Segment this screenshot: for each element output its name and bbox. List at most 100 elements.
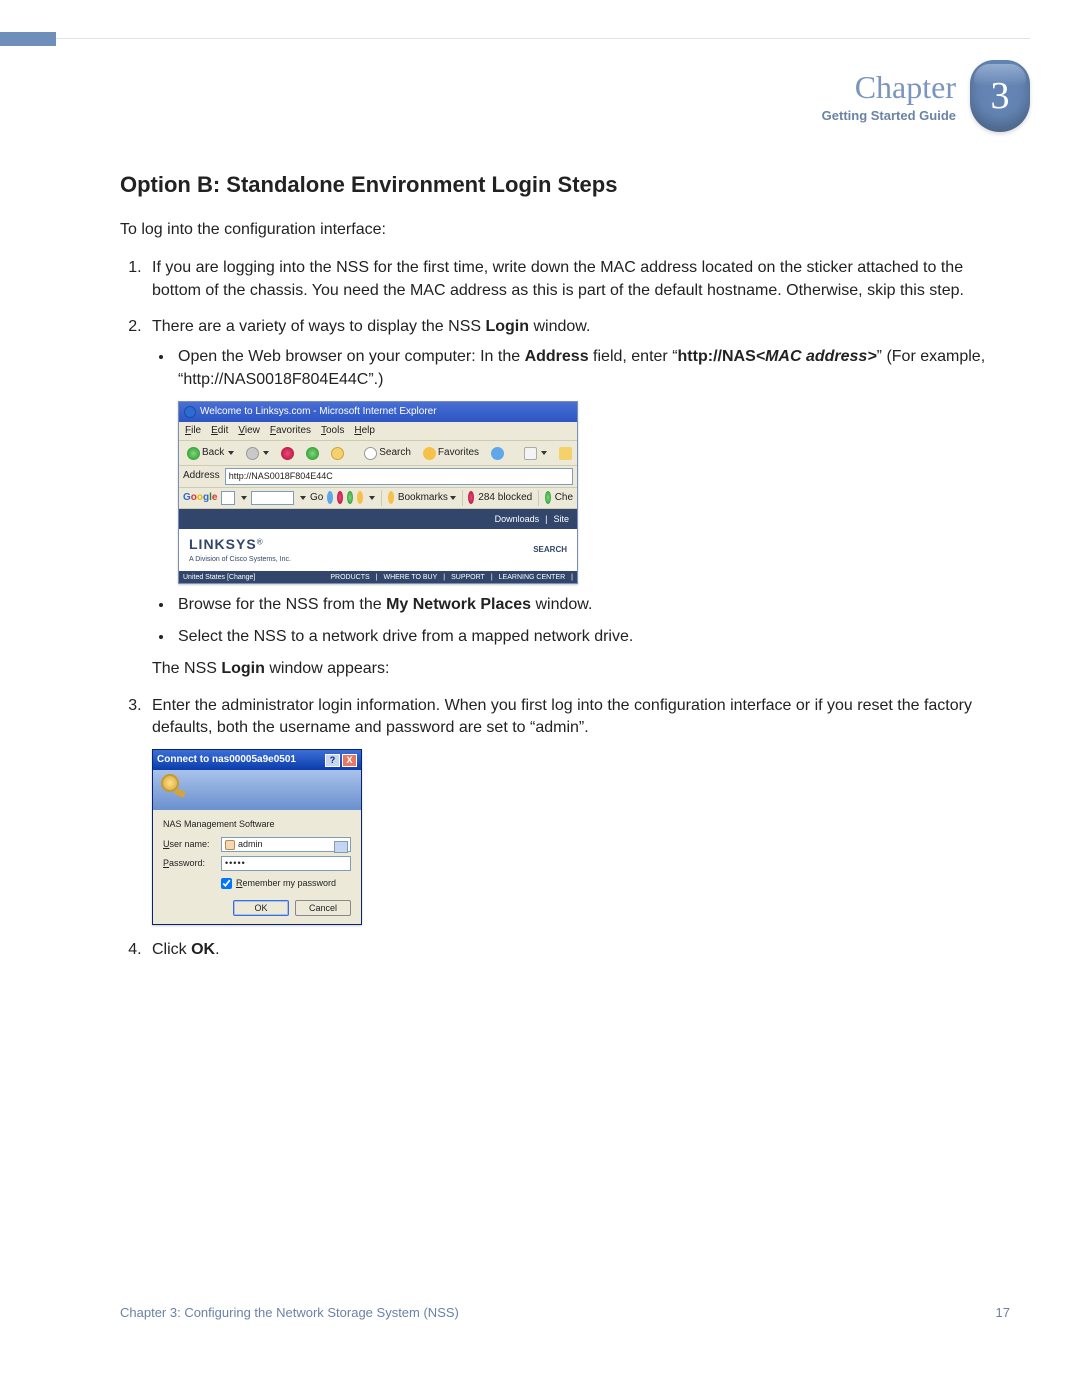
chapter-header: Chapter Getting Started Guide 3 [690, 60, 1030, 132]
password-label: Password: [163, 857, 215, 870]
step-4: Click OK. [146, 939, 1010, 961]
menu-tools[interactable]: Tools [321, 424, 344, 438]
cancel-button[interactable]: Cancel [295, 900, 351, 917]
site-brand-row: LINKSYS® A Division of Cisco Systems, In… [179, 529, 577, 564]
settings-icon [347, 491, 353, 504]
address-input[interactable]: http://NAS0018F804E44C [225, 468, 573, 485]
nav-learning[interactable]: LEARNING CENTER [499, 573, 566, 583]
step-3: Enter the administrator login informatio… [146, 695, 1010, 926]
chapter-label: Chapter [855, 69, 956, 106]
check-button[interactable]: Che [555, 491, 573, 505]
menu-help[interactable]: Help [354, 424, 375, 438]
back-button[interactable]: Back [183, 444, 238, 462]
locale-link[interactable]: United States [Change] [183, 573, 255, 583]
keys-icon [161, 774, 189, 802]
page-number: 17 [996, 1305, 1010, 1320]
chapter-number-badge: 3 [970, 60, 1030, 132]
remember-checkbox-row[interactable]: Remember my password [221, 877, 351, 890]
browser-title: Welcome to Linksys.com - Microsoft Inter… [200, 405, 437, 419]
dialog-close-button[interactable]: X [342, 754, 357, 767]
remember-checkbox[interactable] [221, 878, 232, 889]
history-icon [491, 447, 504, 460]
mail-button[interactable] [520, 445, 551, 462]
step-2b: Browse for the NSS from the My Network P… [174, 594, 1010, 616]
section-heading: Option B: Standalone Environment Login S… [120, 170, 1010, 201]
page-content: Option B: Standalone Environment Login S… [120, 170, 1010, 976]
steps-list: If you are logging into the NSS for the … [120, 257, 1010, 961]
search-button[interactable]: Search [360, 444, 415, 462]
address-bar: Address http://NAS0018F804E44C [179, 466, 577, 488]
footer-chapter: Chapter 3: Configuring the Network Stora… [120, 1305, 459, 1320]
page-footer: Chapter 3: Configuring the Network Stora… [120, 1305, 1010, 1320]
address-label: Address [183, 469, 220, 483]
linksys-tagline: A Division of Cisco Systems, Inc. [189, 555, 291, 565]
search-icon [364, 447, 377, 460]
browser-toolbar: Back Search Favorites [179, 441, 577, 466]
remember-label: Remember my password [236, 877, 336, 890]
menu-edit[interactable]: Edit [211, 424, 228, 438]
site-nav: United States [Change] PRODUCTS| WHERE T… [179, 571, 577, 583]
browser-menubar: File Edit View Favorites Tools Help [179, 422, 577, 441]
step-2c: Select the NSS to a network drive from a… [174, 626, 1010, 648]
bookmarks-button[interactable]: Bookmarks [398, 491, 456, 505]
bookmark-star-icon [388, 491, 394, 504]
dialog-title: Connect to nas00005a9e0501 [157, 753, 296, 767]
home-icon [331, 447, 344, 460]
home-button[interactable] [327, 445, 348, 462]
nav-products[interactable]: PRODUCTS [330, 573, 369, 583]
step-2a: Open the Web browser on your computer: I… [174, 346, 1010, 583]
dialog-banner [153, 770, 361, 810]
ok-button[interactable]: OK [233, 900, 289, 917]
forward-button[interactable] [242, 445, 273, 462]
refresh-button[interactable] [302, 445, 323, 462]
back-icon [187, 447, 200, 460]
menu-view[interactable]: View [238, 424, 260, 438]
username-label: User name: [163, 838, 215, 851]
google-go-button[interactable]: Go [310, 491, 323, 505]
star-icon [423, 447, 436, 460]
popup-blocked-icon [468, 491, 474, 504]
user-icon [225, 840, 235, 850]
step-1: If you are logging into the NSS for the … [146, 257, 1010, 302]
password-input[interactable]: ••••• [221, 856, 351, 871]
mail-icon [524, 447, 537, 460]
picasa-icon [357, 491, 363, 504]
google-toolbar: Google Go [179, 488, 577, 509]
downloads-link[interactable]: Downloads [495, 513, 540, 526]
menu-favorites[interactable]: Favorites [270, 424, 311, 438]
favorites-button[interactable]: Favorites [419, 444, 483, 462]
dialog-subtitle: NAS Management Software [163, 818, 351, 831]
ie-icon [184, 406, 196, 418]
browser-titlebar: Welcome to Linksys.com - Microsoft Inter… [179, 402, 577, 422]
stop-button[interactable] [277, 445, 298, 462]
stop-icon [281, 447, 294, 460]
print-button[interactable] [555, 445, 576, 462]
page-rule [56, 38, 1030, 39]
dialog-titlebar: Connect to nas00005a9e0501 ? X [153, 750, 361, 770]
history-button[interactable] [487, 445, 508, 462]
sitemap-link[interactable]: Site [553, 513, 569, 526]
menu-file[interactable]: File [185, 424, 201, 438]
google-search-input[interactable] [251, 491, 294, 505]
login-dialog-screenshot: Connect to nas00005a9e0501 ? X NAS Manag… [152, 749, 362, 925]
spellcheck-icon [545, 491, 551, 504]
login-appears-text: The NSS Login window appears: [152, 658, 1010, 680]
page-accent-stripe [0, 32, 56, 46]
site-search-label[interactable]: SEARCH [533, 544, 567, 555]
google-logo-icon: Google [183, 491, 217, 505]
nav-where[interactable]: WHERE TO BUY [383, 573, 437, 583]
refresh-icon [306, 447, 319, 460]
blocked-count[interactable]: 284 blocked [478, 491, 532, 505]
dialog-help-button[interactable]: ? [325, 754, 340, 767]
nav-support[interactable]: SUPPORT [451, 573, 485, 583]
browser-screenshot: Welcome to Linksys.com - Microsoft Inter… [178, 401, 578, 583]
pagerank-icon [327, 491, 333, 504]
notebook-icon [337, 491, 343, 504]
google-mode-select[interactable] [221, 491, 235, 505]
guide-label: Getting Started Guide [822, 108, 956, 123]
forward-icon [246, 447, 259, 460]
username-input[interactable]: admin [221, 837, 351, 852]
site-top-links: Downloads | Site [179, 509, 577, 530]
print-icon [559, 447, 572, 460]
intro-text: To log into the configuration interface: [120, 219, 1010, 241]
